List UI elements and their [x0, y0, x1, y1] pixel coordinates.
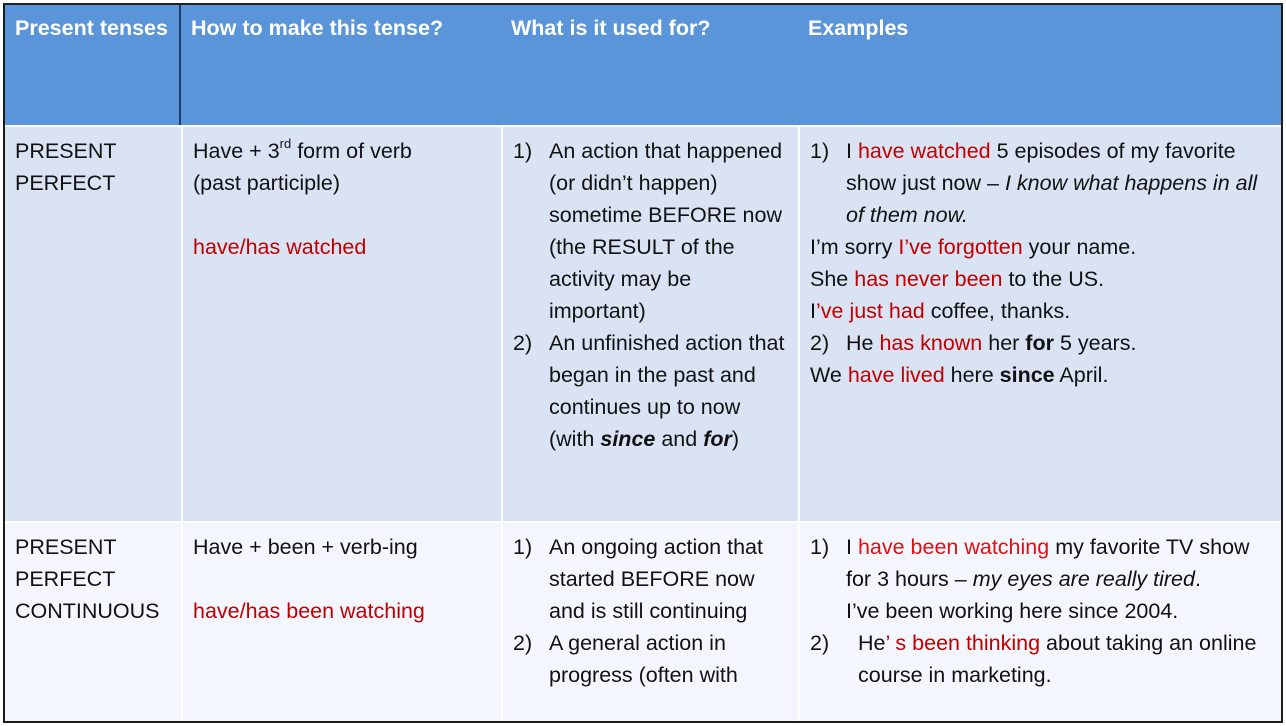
example-verb: has never been	[854, 267, 1003, 291]
example-verb: ’ve just had	[815, 299, 925, 323]
list-number: 1)	[513, 139, 533, 163]
formation-rule: Have + 3rd form of verb	[193, 135, 491, 167]
keyword-for: for	[1025, 331, 1054, 355]
example-item: 2) He’ s been thinking about taking an o…	[810, 627, 1271, 691]
usage-cell: 1) An ongoing action that started BEFORE…	[501, 523, 798, 721]
example-line: I’ve been working here since 2004.	[846, 599, 1179, 623]
example-line: She has never been to the US.	[810, 263, 1271, 295]
formation-cell: Have + 3rd form of verb (past participle…	[181, 127, 501, 521]
example-part: your name.	[1022, 235, 1137, 259]
example-verb: ’ s been thinking	[885, 631, 1041, 655]
formation-rule-line2: (past participle)	[193, 171, 340, 195]
example-line: We have lived here since April.	[810, 359, 1271, 391]
tense-name-line: PRESENT	[15, 139, 117, 163]
example-verb: has known	[879, 331, 983, 355]
usage-item: 2) An unfinished action that began in th…	[513, 327, 788, 455]
tense-name-line: PERFECT	[15, 567, 116, 591]
tense-name-line: PERFECT	[15, 171, 116, 195]
list-number: 2)	[513, 631, 533, 655]
usage-text-part: and	[655, 427, 704, 451]
example-part: I	[846, 139, 858, 163]
example-part: .	[1194, 567, 1201, 591]
present-tenses-table: Present tenses How to make this tense? W…	[3, 3, 1283, 723]
example-verb: I’ve forgotten	[898, 235, 1023, 259]
formation-cell: Have + been + verb-ing have/has been wat…	[181, 523, 501, 721]
example-text: I have watched 5 episodes of my favorite…	[846, 135, 1271, 231]
superscript: rd	[279, 135, 292, 151]
usage-text: A general action in progress (often with	[549, 631, 738, 687]
keyword-since: since	[999, 363, 1055, 387]
usage-item: 1) An ongoing action that started BEFORE…	[513, 531, 788, 627]
table-header-row: Present tenses How to make this tense? W…	[5, 5, 1281, 127]
example-part: We	[810, 363, 848, 387]
list-number: 2)	[513, 331, 533, 355]
usage-cell: 1) An action that happened (or didn’t ha…	[501, 127, 798, 521]
header-examples: Examples	[808, 16, 909, 40]
example-verb: have watched	[857, 139, 991, 163]
usage-text: An unfinished action that began in the p…	[549, 327, 788, 455]
example-part: He	[858, 631, 886, 655]
example-part: coffee, thanks.	[924, 299, 1071, 323]
usage-text-part: )	[731, 427, 740, 451]
formation-text: Have + 3	[193, 139, 280, 163]
example-part: I	[846, 535, 858, 559]
table-row-present-perfect-continuous: PRESENT PERFECT CONTINUOUS Have + been +…	[5, 521, 1281, 721]
usage-text: An ongoing action that started BEFORE no…	[549, 535, 763, 623]
formation-rule: Have + been + verb-ing	[193, 535, 418, 559]
usage-item: 1) An action that happened (or didn’t ha…	[513, 135, 788, 327]
tense-name-cell: PRESENT PERFECT	[5, 127, 181, 521]
list-number: 1)	[810, 535, 830, 559]
header-present-tenses: Present tenses	[5, 5, 181, 125]
example-item: 1) I have been watching my favorite TV s…	[810, 531, 1271, 595]
example-text: He has known her for 5 years.	[846, 327, 1136, 359]
example-text: He’ s been thinking about taking an onli…	[858, 627, 1271, 691]
example-part: to the US.	[1002, 267, 1105, 291]
formation-example: have/has watched	[193, 235, 367, 259]
usage-item: 2) A general action in progress (often w…	[513, 627, 788, 691]
tense-name-cell: PRESENT PERFECT CONTINUOUS	[5, 523, 181, 721]
list-number: 2)	[810, 331, 830, 355]
example-part: She	[810, 267, 855, 291]
header-how-to-make: How to make this tense?	[191, 16, 444, 40]
example-part: He	[846, 331, 880, 355]
usage-text: An action that happened (or didn’t happe…	[549, 139, 783, 323]
list-number: 1)	[810, 139, 830, 163]
table-row-present-perfect: PRESENT PERFECT Have + 3rd form of verb …	[5, 127, 1281, 521]
example-item: 1) I have watched 5 episodes of my favor…	[810, 135, 1271, 231]
example-item: 2) He has known her for 5 years.	[810, 327, 1271, 359]
example-part: here	[944, 363, 1000, 387]
tense-name-line: CONTINUOUS	[15, 599, 160, 623]
examples-cell: 1) I have been watching my favorite TV s…	[798, 523, 1281, 721]
formation-text: form of verb	[291, 139, 412, 163]
example-comment: my eyes are really tired	[972, 567, 1195, 591]
list-number: 2)	[810, 631, 830, 655]
example-line: I’ve just had coffee, thanks.	[810, 295, 1271, 327]
example-part: her	[982, 331, 1026, 355]
formation-example: have/has been watching	[193, 599, 425, 623]
tense-name-line: PRESENT	[15, 535, 117, 559]
examples-cell: 1) I have watched 5 episodes of my favor…	[798, 127, 1281, 521]
example-text: I have been watching my favorite TV show…	[846, 531, 1271, 595]
example-part: 5 years.	[1053, 331, 1137, 355]
example-part: I’m sorry	[810, 235, 899, 259]
header-used-for: What is it used for?	[511, 16, 711, 40]
example-verb: have been watching	[857, 535, 1050, 559]
example-line: I’m sorry I’ve forgotten your name.	[810, 231, 1271, 263]
keyword-since: since	[600, 427, 656, 451]
keyword-for: for	[703, 427, 732, 451]
example-verb: have lived	[847, 363, 945, 387]
list-number: 1)	[513, 535, 533, 559]
example-part: April.	[1054, 363, 1109, 387]
